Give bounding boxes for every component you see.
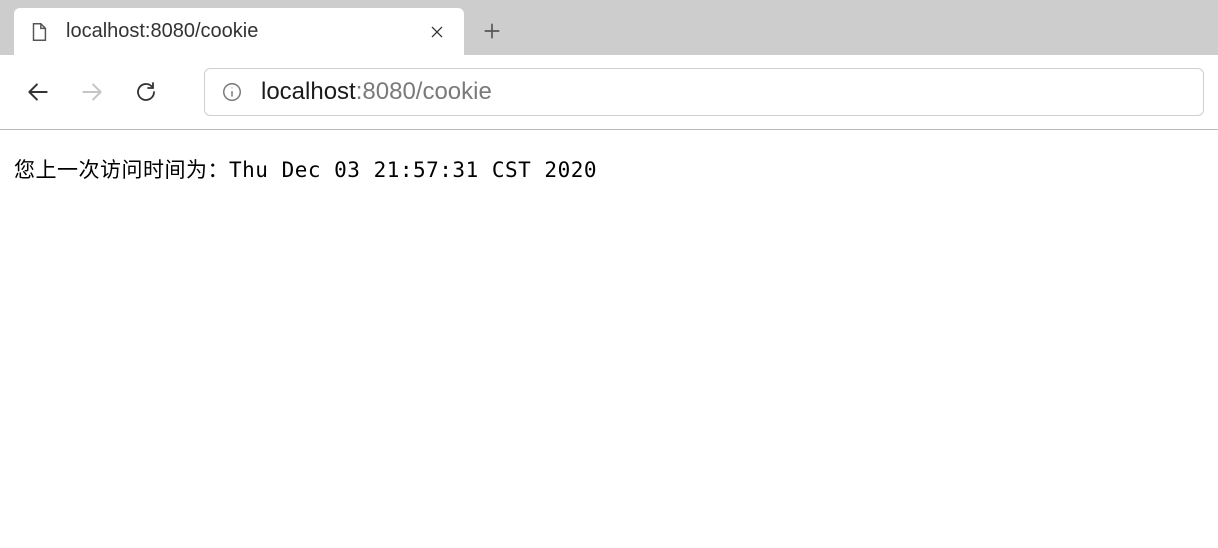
url-path: :8080/cookie (356, 78, 492, 105)
page-body: 您上一次访问时间为：Thu Dec 03 21:57:31 CST 2020 (0, 130, 1218, 208)
active-tab[interactable]: localhost:8080/cookie (14, 8, 464, 55)
visit-prefix: 您上一次访问时间为： (14, 158, 229, 182)
new-tab-button[interactable] (472, 11, 512, 51)
address-bar[interactable]: localhost:8080/cookie (204, 68, 1204, 116)
browser-chrome: localhost:8080/cookie (0, 0, 1218, 130)
url-host: localhost (261, 78, 356, 105)
tab-strip: localhost:8080/cookie (0, 0, 1218, 55)
visit-timestamp: Thu Dec 03 21:57:31 CST 2020 (229, 158, 597, 182)
url-display: localhost:8080/cookie (261, 78, 492, 106)
content-text: 您上一次访问时间为：Thu Dec 03 21:57:31 CST 2020 (14, 158, 597, 182)
refresh-button[interactable] (122, 68, 170, 116)
close-tab-button[interactable] (424, 19, 450, 45)
back-button[interactable] (14, 68, 62, 116)
page-icon (28, 21, 50, 43)
toolbar: localhost:8080/cookie (0, 55, 1218, 129)
forward-button[interactable] (68, 68, 116, 116)
tab-title: localhost:8080/cookie (66, 20, 424, 43)
site-info-icon[interactable] (219, 79, 245, 105)
